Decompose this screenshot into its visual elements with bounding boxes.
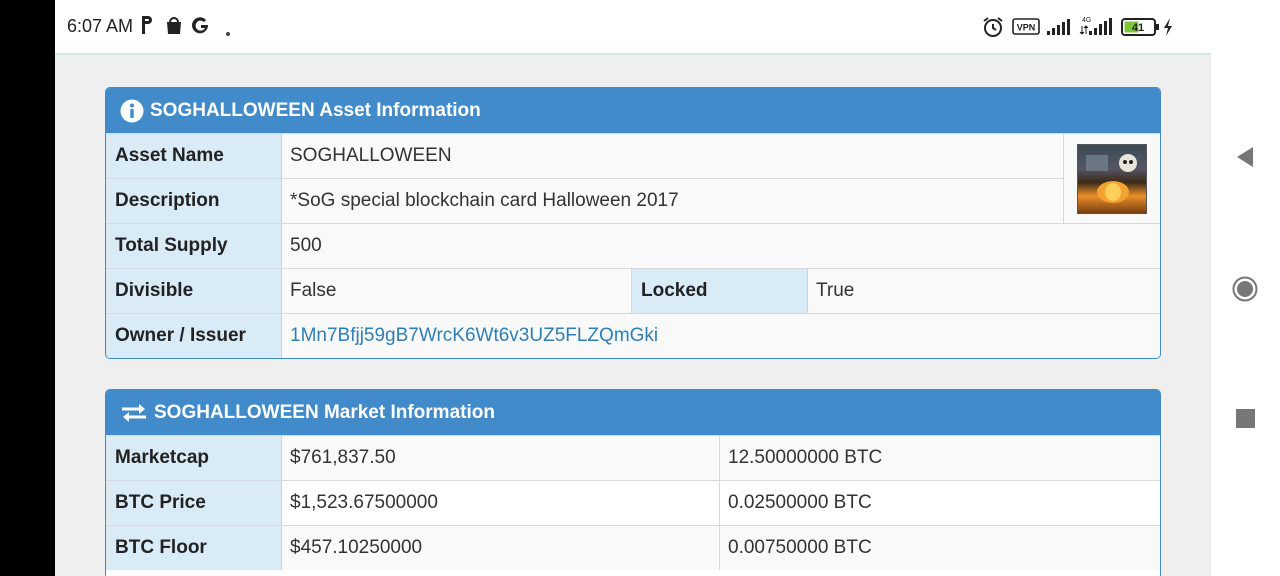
market-row-label: BTC Floor <box>106 526 282 570</box>
asset-name-value: SOGHALLOWEEN <box>282 134 1064 178</box>
market-row-label: Marketcap <box>106 436 282 480</box>
notification-dot-icon <box>225 24 231 42</box>
recent-apps-icon[interactable] <box>1236 409 1255 433</box>
owner-address-link[interactable]: 1Mn7Bfjj59gB7WrcK6Wt6v3UZ5FLZQmGki <box>290 325 658 347</box>
network-type-label: 4G <box>1082 17 1091 24</box>
google-icon <box>191 14 211 41</box>
system-navigation-bar <box>1211 0 1280 576</box>
market-row: BTC Floor $457.10250000 0.00750000 BTC <box>106 525 1160 570</box>
asset-name-row: Asset Name SOGHALLOWEEN <box>106 133 1064 178</box>
asset-name-label: Asset Name <box>106 134 282 178</box>
asset-panel-header: SOGHALLOWEEN Asset Information <box>106 88 1160 133</box>
market-panel-header: SOGHALLOWEEN Market Information <box>106 390 1160 435</box>
total-supply-row: Total Supply 500 <box>106 223 1160 268</box>
divisible-locked-row: Divisible False Locked True <box>106 268 1160 313</box>
divisible-label: Divisible <box>106 269 282 313</box>
status-bar: 6:07 AM VPN 4G 41 <box>55 0 1211 55</box>
shopping-bag-icon <box>165 14 183 41</box>
description-value: *SoG special blockchain card Halloween 2… <box>282 179 1064 223</box>
asset-card-image[interactable] <box>1077 143 1147 214</box>
market-information-panel: SOGHALLOWEEN Market Information Marketca… <box>105 389 1161 576</box>
asset-information-panel: SOGHALLOWEEN Asset Information Asset Nam… <box>105 87 1161 359</box>
description-label: Description <box>106 179 282 223</box>
locked-label: Locked <box>632 269 808 313</box>
owner-issuer-row: Owner / Issuer 1Mn7Bfjj59gB7WrcK6Wt6v3UZ… <box>106 313 1160 358</box>
back-icon[interactable] <box>1235 146 1255 173</box>
status-time: 6:07 AM <box>67 16 134 36</box>
charging-bolt-icon <box>1163 18 1173 41</box>
owner-issuer-label: Owner / Issuer <box>106 314 282 358</box>
market-row-btc: 0.02500000 BTC <box>720 481 1160 525</box>
vpn-label: VPN <box>1017 23 1036 33</box>
market-row-label: BTC Price <box>106 481 282 525</box>
market-row-btc: 0.00750000 BTC <box>720 526 1160 570</box>
browser-viewport: 6:07 AM VPN 4G 41 SOGHALLOWEEN Asset Inf… <box>55 0 1211 576</box>
home-icon[interactable] <box>1232 276 1258 307</box>
exchange-arrows-icon <box>120 402 148 424</box>
description-row: Description *SoG special blockchain card… <box>106 178 1064 223</box>
market-row-usd: $761,837.50 <box>282 436 720 480</box>
info-icon <box>120 99 144 123</box>
market-panel-title: SOGHALLOWEEN Market Information <box>154 401 495 423</box>
market-row: Marketcap $761,837.50 12.50000000 BTC <box>106 435 1160 480</box>
battery-level: 41 <box>1132 22 1144 34</box>
market-row-usd: $457.10250000 <box>282 526 720 570</box>
divisible-value: False <box>282 269 632 313</box>
asset-image-cell <box>1064 133 1160 223</box>
signal-strength-icon <box>1047 18 1073 41</box>
mobile-data-signal-icon: 4G <box>1079 14 1115 41</box>
total-supply-value: 500 <box>282 224 1160 268</box>
alarm-icon <box>982 16 1004 43</box>
battery-icon: 41 <box>1121 18 1161 41</box>
vpn-icon: VPN <box>1012 18 1040 40</box>
asset-panel-title: SOGHALLOWEEN Asset Information <box>150 99 481 121</box>
asset-name-description-block: Asset Name SOGHALLOWEEN Description *SoG… <box>106 133 1160 223</box>
market-row-usd: $1,523.67500000 <box>282 481 720 525</box>
parking-app-icon <box>140 14 154 41</box>
total-supply-label: Total Supply <box>106 224 282 268</box>
locked-value: True <box>808 269 1160 313</box>
market-row: BTC Price $1,523.67500000 0.02500000 BTC <box>106 480 1160 525</box>
market-row-btc: 12.50000000 BTC <box>720 436 1160 480</box>
